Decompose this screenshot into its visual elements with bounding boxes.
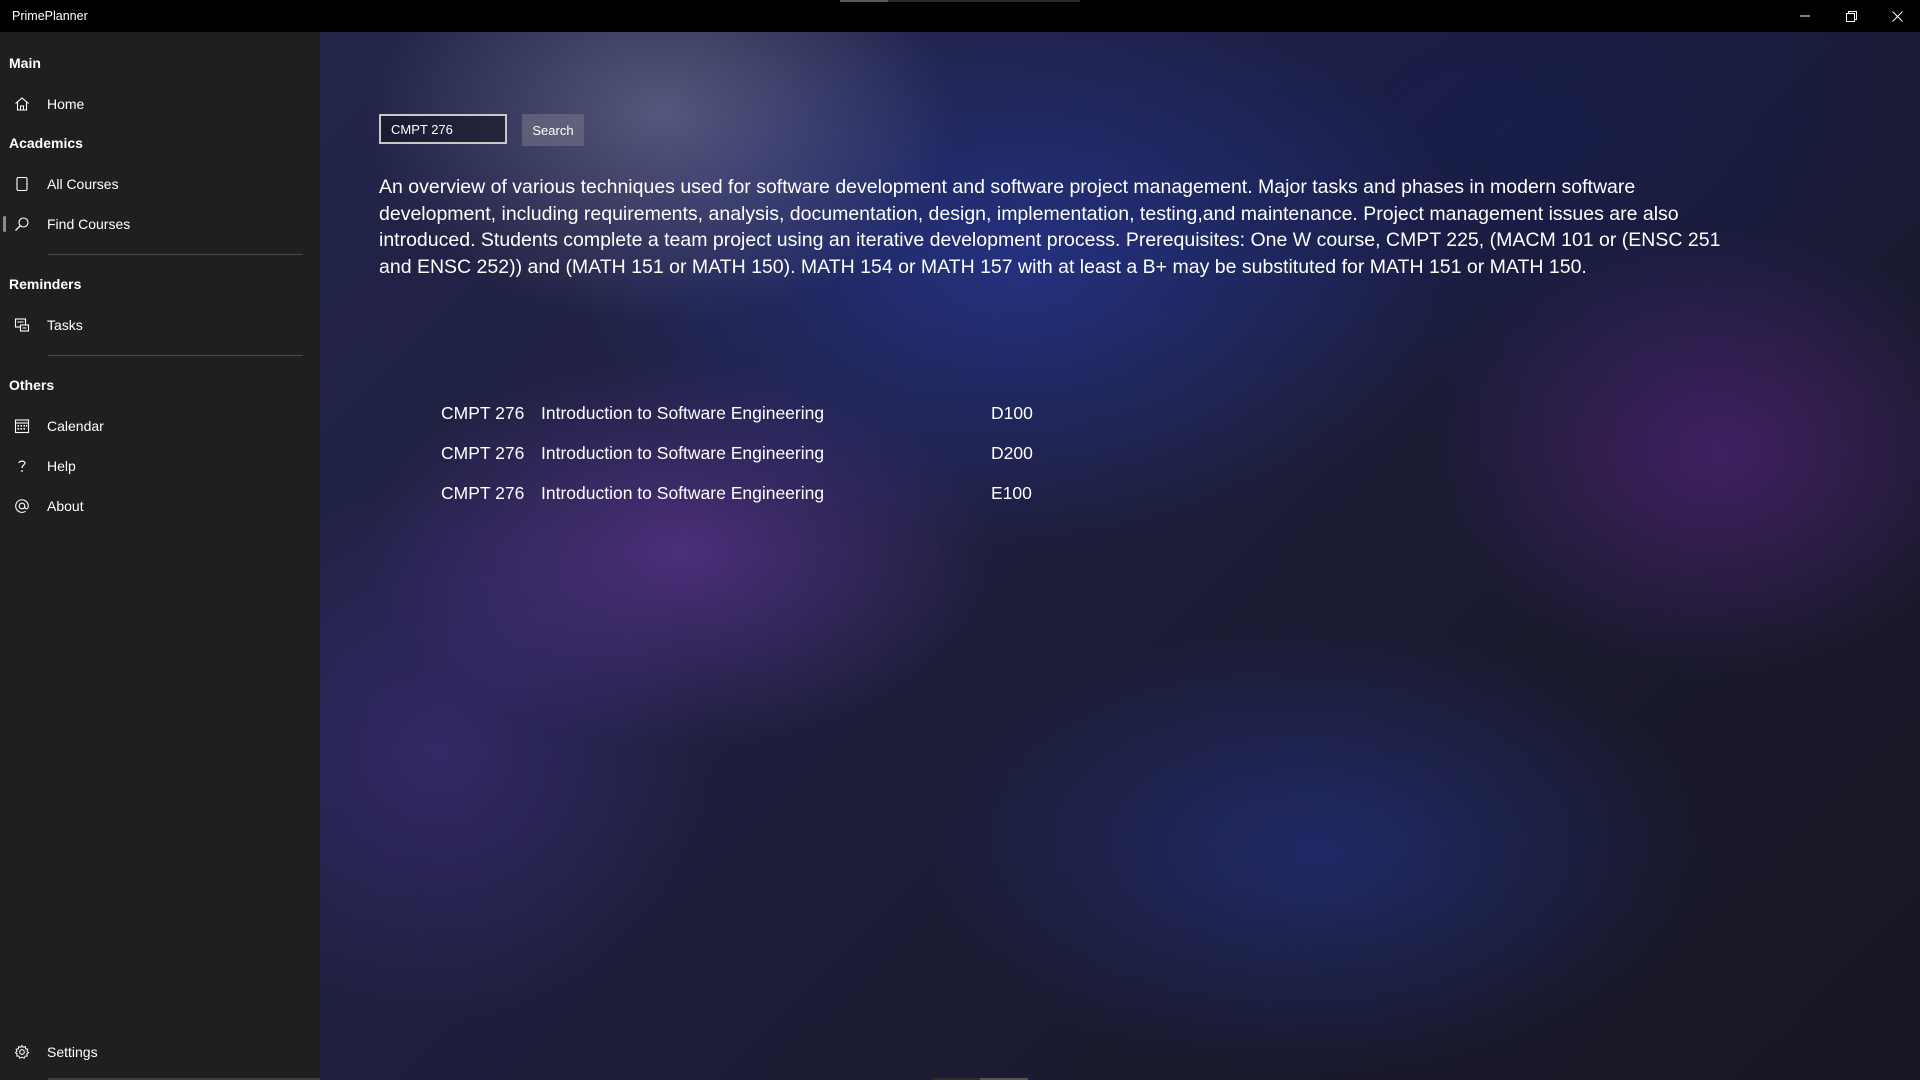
course-code: CMPT 276 <box>441 482 525 503</box>
course-search-input[interactable] <box>379 114 507 144</box>
sidebar-nav: Main Home Academics All Courses Find Cou… <box>0 32 390 1080</box>
home-icon <box>12 94 32 114</box>
course-section: D200 <box>991 442 1033 463</box>
sidebar-item-help[interactable]: Help <box>0 446 320 486</box>
section-header-others: Others <box>9 377 55 393</box>
sidebar-item-label: Home <box>47 96 85 112</box>
close-button[interactable] <box>1874 0 1920 32</box>
close-icon <box>1891 10 1903 22</box>
course-code: CMPT 276 <box>441 442 525 463</box>
main-content: Search An overview of various techniques… <box>320 32 1920 1080</box>
section-header-academics: Academics <box>9 135 83 151</box>
gear-icon <box>12 1042 32 1062</box>
sidebar-item-label: About <box>47 498 84 514</box>
calendar-icon <box>12 416 32 436</box>
section-header-reminders: Reminders <box>9 276 82 292</box>
sidebar-item-label: Help <box>47 458 76 474</box>
sidebar-item-settings[interactable]: Settings <box>0 1032 320 1072</box>
course-section: D100 <box>991 402 1033 423</box>
restore-button[interactable] <box>1828 0 1874 32</box>
sidebar-divider <box>48 254 303 255</box>
sidebar-item-label: Settings <box>47 1044 98 1060</box>
sidebar-item-label: Calendar <box>47 418 104 434</box>
restore-icon <box>1845 10 1857 22</box>
minimize-icon <box>1800 15 1810 17</box>
sidebar-item-label: All Courses <box>47 176 119 192</box>
search-icon <box>12 214 32 234</box>
sidebar-divider <box>48 355 303 356</box>
course-section: E100 <box>991 482 1032 503</box>
course-result-row[interactable]: CMPT 276 Introduction to Software Engine… <box>441 478 1032 508</box>
course-name: Introduction to Software Engineering <box>541 482 825 503</box>
tasks-icon <box>12 315 32 335</box>
course-result-row[interactable]: CMPT 276 Introduction to Software Engine… <box>441 438 1033 468</box>
sidebar-item-about[interactable]: About <box>0 486 320 526</box>
section-header-main: Main <box>9 55 41 71</box>
sidebar-item-find-courses[interactable]: Find Courses <box>0 204 320 244</box>
help-icon <box>12 456 32 476</box>
window-controls <box>1782 0 1920 32</box>
sidebar-item-tasks[interactable]: Tasks <box>0 305 320 345</box>
at-icon <box>12 496 32 516</box>
course-description: An overview of various techniques used f… <box>379 176 1721 278</box>
course-name: Introduction to Software Engineering <box>541 442 825 463</box>
title-drag-indicator <box>840 0 1080 2</box>
sidebar-item-label: Tasks <box>47 317 83 333</box>
tablet-icon <box>12 174 32 194</box>
sidebar-item-all-courses[interactable]: All Courses <box>0 164 320 204</box>
minimize-button[interactable] <box>1782 0 1828 32</box>
sidebar-item-calendar[interactable]: Calendar <box>0 406 320 446</box>
course-result-row[interactable]: CMPT 276 Introduction to Software Engine… <box>441 398 1033 428</box>
course-name: Introduction to Software Engineering <box>541 402 825 423</box>
sidebar-item-label: Find Courses <box>47 216 131 232</box>
sidebar-item-home[interactable]: Home <box>0 84 320 124</box>
title-bar: PrimePlanner <box>0 0 1920 32</box>
search-button[interactable]: Search <box>522 114 584 146</box>
app-title: PrimePlanner <box>12 9 88 23</box>
course-code: CMPT 276 <box>441 402 525 423</box>
